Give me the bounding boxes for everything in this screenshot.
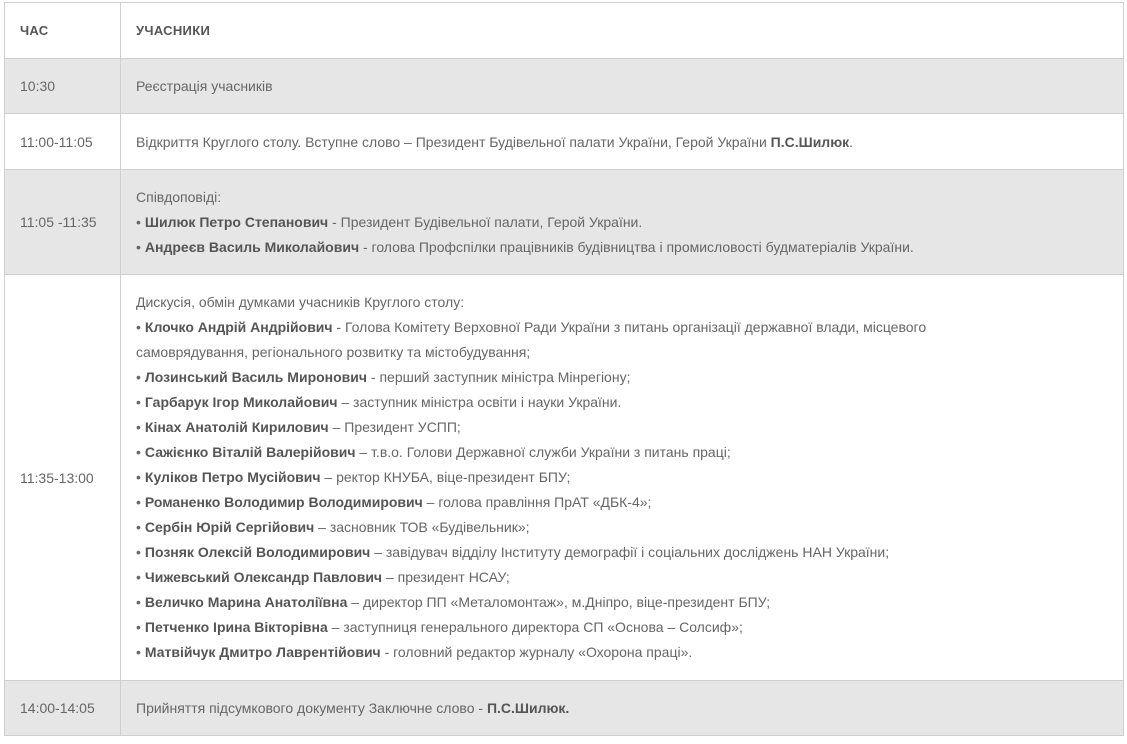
table-row: 14:00-14:05 Прийняття підсумкового докум…: [4, 680, 1124, 736]
participant-role: - голова Профспілки працівників будівниц…: [359, 238, 914, 255]
row-time: 14:00-14:05: [4, 680, 121, 736]
participant-name: Лозинський Василь Миронович: [144, 369, 368, 385]
header-participants: УЧАСНИКИ: [120, 2, 1124, 59]
bullet-icon: •: [136, 444, 141, 460]
list-item: • Гарбарук Ігор Миколайович – заступник м…: [136, 390, 1108, 415]
list-item: • Романенко Володимир Володимирович – гол…: [136, 490, 1108, 515]
list-item: • Позняк Олексій Володимирович – завідува…: [136, 540, 1108, 565]
list-item: • Куліков Петро Мусійович – ректор КНУБА,…: [136, 465, 1108, 490]
bullet-icon: •: [136, 544, 141, 560]
list-item: • Чижевський Олександр Павлович – президе…: [136, 565, 1108, 590]
bullet-icon: •: [136, 238, 141, 255]
table-row: 11:05 -11:35 Співдоповіді: • Шилюк Петро С…: [4, 169, 1124, 275]
bullet-icon: •: [136, 519, 141, 535]
table-row: 11:35-13:00 Дискусія, обмін думками учас…: [4, 274, 1124, 681]
bullet-icon: •: [136, 644, 141, 660]
bullet-icon: •: [136, 569, 141, 585]
row-time: 10:30: [4, 58, 121, 114]
row-list: Співдоповіді: • Шилюк Петро Степанович - П…: [120, 169, 1124, 275]
participant-name: Шилюк Петро Степанович: [144, 213, 329, 230]
speaker-name: П.С.Шилюк: [770, 133, 850, 150]
participant-name: Сербін Юрій Сергійович: [144, 519, 315, 535]
participant-role: – президент НСАУ;: [382, 569, 510, 585]
participant-role: - перший заступник міністра Мінрегіону;: [367, 369, 631, 385]
row-time: 11:00-11:05: [4, 113, 121, 170]
participant-role: - Голова Комітету Верховної Ради України…: [332, 319, 927, 335]
participant-role: - Президент Будівельної палати, Герой Ук…: [328, 213, 643, 230]
row-text: Реєстрація учасників: [120, 58, 1124, 114]
table-row: 10:30 Реєстрація учасників: [4, 58, 1124, 114]
list-item: • Матвійчук Дмитро Лаврентійович - головн…: [136, 640, 1108, 665]
table-row: 11:00-11:05 Відкриття Круглого столу. Вс…: [4, 113, 1124, 170]
participant-name: Матвійчук Дмитро Лаврентійович: [144, 644, 381, 660]
agenda-table: ЧАС УЧАСНИКИ 10:30 Реєстрація учасників …: [4, 2, 1124, 736]
list-item: • Кінах Анатолій Кирилович – Президент УС…: [136, 415, 1108, 440]
participant-role: – заступник міністра освіти і науки Укра…: [337, 394, 622, 410]
row-time: 11:35-13:00: [4, 274, 121, 681]
participant-name: Кінах Анатолій Кирилович: [144, 419, 329, 435]
participant-role: – завідувач відділу Інституту демографії…: [370, 544, 890, 560]
participant-name: Величко Марина Анатоліївна: [144, 594, 348, 610]
header-time: ЧАС: [4, 2, 121, 59]
list-intro: Співдоповіді:: [136, 188, 222, 205]
participant-name: Гарбарук Ігор Миколайович: [144, 394, 338, 410]
participant-name: Куліков Петро Мусійович: [144, 469, 321, 485]
bullet-icon: •: [136, 494, 141, 510]
participant-name: Романенко Володимир Володимирович: [144, 494, 423, 510]
bullet-icon: •: [136, 369, 141, 385]
list-item: • Величко Марина Анатоліївна – директор П…: [136, 590, 1108, 615]
row-text: Прийняття підсумкового документу Заключн…: [120, 680, 1124, 736]
row-text: Відкриття Круглого столу. Вступне слово …: [120, 113, 1124, 170]
list-item: • Андреєв Василь Миколайович - голова Про…: [136, 235, 1108, 260]
participant-role: – засновник ТОВ «Будівельник»;: [314, 519, 530, 535]
list-item: • Клочко Андрій Андрійович - Голова Коміт…: [136, 315, 1108, 340]
row-list: Дискусія, обмін думками учасників Кругло…: [120, 274, 1124, 681]
row-time: 11:05 -11:35: [4, 169, 121, 275]
bullet-icon: •: [136, 469, 141, 485]
participant-name: Позняк Олексій Володимирович: [144, 544, 371, 560]
participant-name: Андреєв Василь Миколайович: [144, 238, 360, 255]
bullet-icon: •: [136, 213, 141, 230]
participant-role: – Президент УСПП;: [328, 419, 461, 435]
table-header-row: ЧАС УЧАСНИКИ: [4, 2, 1124, 59]
participant-role: – директор ПП «Металомонтаж», м.Дніпро, …: [347, 594, 771, 610]
list-intro: Дискусія, обмін думками учасників Кругло…: [136, 294, 465, 310]
participant-role: – ректор КНУБА, віце-президент БПУ;: [320, 469, 571, 485]
row-text-suffix: .: [849, 133, 854, 150]
participant-role: – голова правління ПрАТ «ДБК-4»;: [422, 494, 652, 510]
bullet-icon: •: [136, 419, 141, 435]
list-item: • Петченко Ірина Вікторівна – заступниця …: [136, 615, 1108, 640]
list-item: • Шилюк Петро Степанович - Президент Буді…: [136, 210, 1108, 235]
bullet-icon: •: [136, 394, 141, 410]
participant-role: – заступниця генерального директора СП «…: [327, 619, 743, 635]
participant-name: Чижевський Олександр Павлович: [144, 569, 383, 585]
row-text-main: Відкриття Круглого столу. Вступне слово …: [136, 133, 771, 150]
row-text-main: Прийняття підсумкового документу Заключн…: [136, 700, 487, 716]
bullet-icon: •: [136, 594, 141, 610]
participant-role: - головний редактор журналу «Охорона пра…: [380, 644, 693, 660]
bullet-icon: •: [136, 619, 141, 635]
list-item: • Лозинський Василь Миронович - перший за…: [136, 365, 1108, 390]
list-item: • Сербін Юрій Сергійович – засновник ТОВ …: [136, 515, 1108, 540]
participant-role: – т.в.о. Голови Державної служби України…: [355, 444, 731, 460]
list-item-continuation: самоврядування, регіонального розвитку т…: [136, 344, 531, 360]
bullet-icon: •: [136, 319, 141, 335]
list-item: • Сажієнко Віталій Валерійович – т.в.о. Г…: [136, 440, 1108, 465]
participant-name: Сажієнко Віталій Валерійович: [144, 444, 356, 460]
participant-name: Клочко Андрій Андрійович: [144, 319, 333, 335]
participant-name: Петченко Ірина Вікторівна: [144, 619, 328, 635]
speaker-name: П.С.Шилюк.: [486, 700, 570, 716]
